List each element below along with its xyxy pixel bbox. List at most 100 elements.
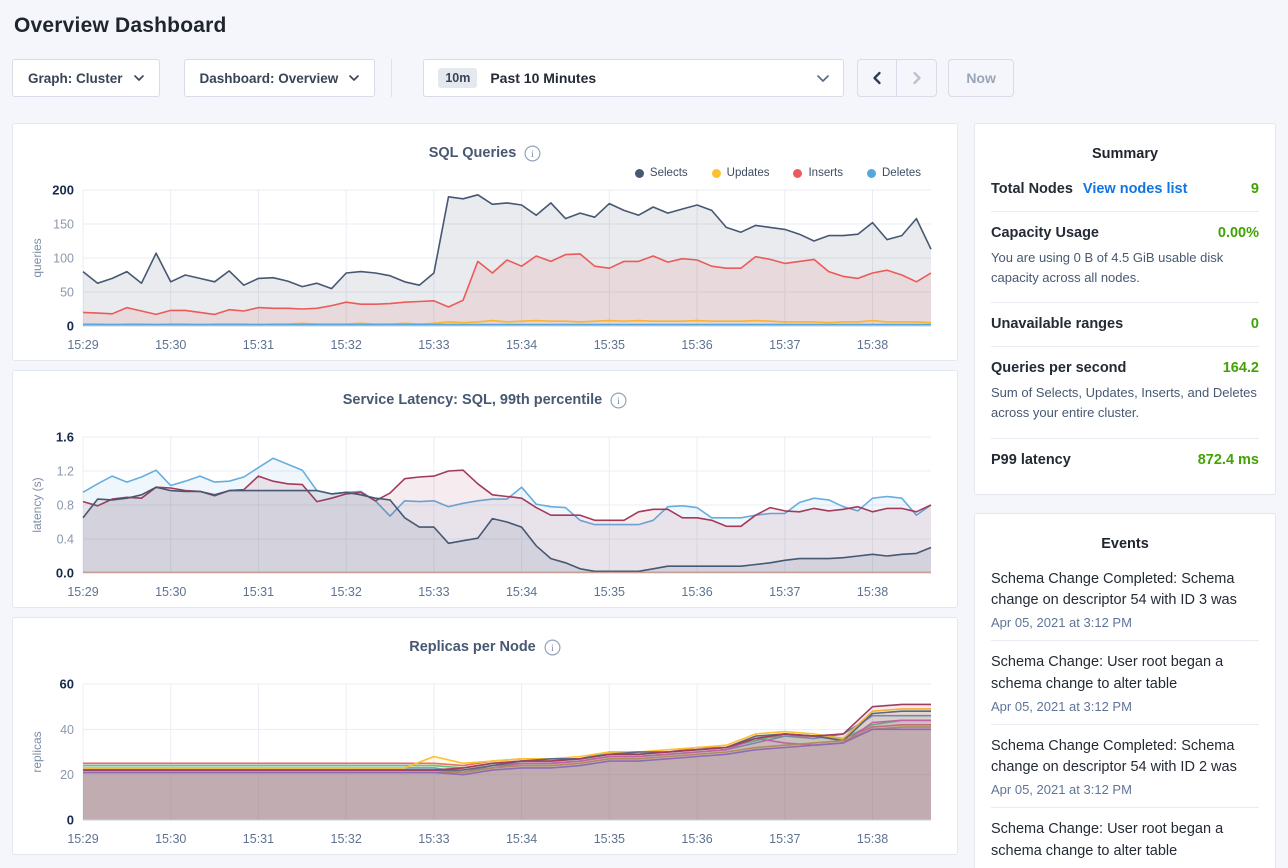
svg-text:60: 60 bbox=[60, 677, 74, 692]
svg-text:20: 20 bbox=[60, 768, 74, 782]
chevron-down-icon bbox=[817, 75, 829, 82]
legend-item-updates[interactable]: Updates bbox=[712, 167, 770, 179]
svg-text:15:38: 15:38 bbox=[857, 585, 888, 599]
legend-label: Inserts bbox=[808, 167, 843, 179]
capacity-usage-label: Capacity Usage bbox=[991, 225, 1099, 241]
chart-card-service-latency: Service Latency: SQL, 99th percentile i … bbox=[12, 370, 958, 608]
svg-text:15:31: 15:31 bbox=[243, 338, 274, 352]
now-button[interactable]: Now bbox=[948, 59, 1014, 97]
svg-text:15:37: 15:37 bbox=[769, 585, 800, 599]
svg-text:latency (s): latency (s) bbox=[30, 477, 44, 532]
events-title: Events bbox=[991, 526, 1259, 558]
legend-label: Updates bbox=[727, 167, 770, 179]
svg-text:queries: queries bbox=[30, 238, 44, 277]
info-icon[interactable]: i bbox=[610, 392, 627, 409]
chart-title-sql-queries: SQL Queries bbox=[429, 145, 517, 161]
svg-text:50: 50 bbox=[60, 286, 74, 300]
event-item: Schema Change Completed: Schema change o… bbox=[991, 725, 1259, 809]
svg-text:15:38: 15:38 bbox=[857, 338, 888, 352]
total-nodes-value: 9 bbox=[1251, 181, 1259, 197]
page-title: Overview Dashboard bbox=[14, 14, 1276, 38]
svg-text:15:32: 15:32 bbox=[331, 585, 362, 599]
summary-title: Summary bbox=[991, 136, 1259, 168]
unavailable-ranges-label: Unavailable ranges bbox=[991, 316, 1123, 332]
legend-dot bbox=[635, 169, 644, 178]
p99-latency-label: P99 latency bbox=[991, 452, 1071, 468]
summary-panel: Summary Total Nodes View nodes list 9 Ca… bbox=[974, 123, 1276, 495]
svg-text:15:38: 15:38 bbox=[857, 832, 888, 846]
chevron-right-icon bbox=[911, 71, 923, 85]
chart-header: Service Latency: SQL, 99th percentile i bbox=[25, 389, 945, 411]
chart-card-replicas-per-node: Replicas per Node i 15:2915:3015:3115:32… bbox=[12, 617, 958, 855]
view-nodes-list-link[interactable]: View nodes list bbox=[1083, 181, 1188, 197]
svg-text:15:32: 15:32 bbox=[331, 832, 362, 846]
svg-text:150: 150 bbox=[53, 218, 74, 232]
summary-row-p99-latency: P99 latency 872.4 ms bbox=[991, 439, 1259, 482]
svg-text:40: 40 bbox=[60, 723, 74, 737]
svg-text:15:35: 15:35 bbox=[594, 585, 625, 599]
info-icon[interactable]: i bbox=[524, 145, 541, 162]
graph-dropdown[interactable]: Graph: Cluster bbox=[12, 59, 160, 97]
controls-bar: Graph: Cluster Dashboard: Overview 10m P… bbox=[12, 59, 1276, 97]
charts-column: SQL Queries i Selects Updates Inserts Delet… bbox=[12, 123, 958, 855]
chart-header: SQL Queries i bbox=[25, 142, 945, 164]
summary-row-queries-per-second: Queries per second 164.2 Sum of Selects,… bbox=[991, 347, 1259, 438]
svg-text:15:37: 15:37 bbox=[769, 832, 800, 846]
svg-text:200: 200 bbox=[52, 183, 74, 198]
chevron-down-icon bbox=[134, 75, 144, 81]
svg-text:i: i bbox=[551, 644, 554, 654]
svg-text:i: i bbox=[531, 150, 534, 160]
event-timestamp: Apr 05, 2021 at 3:12 PM bbox=[991, 699, 1259, 714]
queries-per-second-value: 164.2 bbox=[1223, 360, 1259, 376]
dashboard-dropdown[interactable]: Dashboard: Overview bbox=[184, 59, 376, 97]
time-forward-button[interactable] bbox=[897, 60, 936, 96]
info-icon[interactable]: i bbox=[544, 639, 561, 656]
legend-item-deletes[interactable]: Deletes bbox=[867, 167, 921, 179]
svg-text:15:29: 15:29 bbox=[67, 585, 98, 599]
svg-text:0.0: 0.0 bbox=[56, 566, 74, 581]
service-latency-chart[interactable]: 15:2915:3015:3115:3215:3315:3415:3515:36… bbox=[25, 429, 945, 605]
chart-title-service-latency: Service Latency: SQL, 99th percentile bbox=[343, 392, 603, 408]
controls-divider bbox=[391, 59, 392, 97]
queries-per-second-description: Sum of Selects, Updates, Inserts, and De… bbox=[991, 383, 1259, 423]
event-message: Schema Change: User root began a schema … bbox=[991, 652, 1259, 696]
chart-legend: Selects Updates Inserts Deletes bbox=[25, 164, 921, 182]
legend-label: Selects bbox=[650, 167, 688, 179]
svg-text:15:36: 15:36 bbox=[681, 832, 712, 846]
chart-title-replicas-per-node: Replicas per Node bbox=[409, 639, 536, 655]
legend-dot bbox=[712, 169, 721, 178]
time-back-button[interactable] bbox=[858, 60, 897, 96]
legend-dot bbox=[793, 169, 802, 178]
svg-text:15:29: 15:29 bbox=[67, 832, 98, 846]
svg-text:15:34: 15:34 bbox=[506, 338, 537, 352]
event-message: Schema Change: User root began a schema … bbox=[991, 819, 1259, 863]
replicas-per-node-chart[interactable]: 15:2915:3015:3115:3215:3315:3415:3515:36… bbox=[25, 676, 945, 852]
svg-text:15:31: 15:31 bbox=[243, 585, 274, 599]
svg-text:1.2: 1.2 bbox=[57, 465, 74, 479]
legend-dot bbox=[867, 169, 876, 178]
svg-text:15:32: 15:32 bbox=[331, 338, 362, 352]
summary-row-capacity-usage: Capacity Usage 0.00% You are using 0 B o… bbox=[991, 212, 1259, 303]
legend-label: Deletes bbox=[882, 167, 921, 179]
overview-dashboard-page: Overview Dashboard Graph: Cluster Dashbo… bbox=[0, 14, 1288, 868]
event-timestamp: Apr 05, 2021 at 3:12 PM bbox=[991, 615, 1259, 630]
event-timestamp: Apr 05, 2021 at 3:12 PM bbox=[991, 782, 1259, 797]
svg-text:1.6: 1.6 bbox=[56, 430, 74, 445]
svg-text:15:30: 15:30 bbox=[155, 338, 186, 352]
capacity-usage-description: You are using 0 B of 4.5 GiB usable disk… bbox=[991, 248, 1259, 288]
sql-queries-chart[interactable]: 15:2915:3015:3115:3215:3315:3415:3515:36… bbox=[25, 182, 945, 358]
summary-row-unavailable-ranges: Unavailable ranges 0 bbox=[991, 303, 1259, 347]
graph-dropdown-label: Graph: Cluster bbox=[28, 71, 123, 86]
chart-header: Replicas per Node i bbox=[25, 636, 945, 658]
event-item: Schema Change Completed: Schema change o… bbox=[991, 558, 1259, 642]
chart-legend bbox=[25, 411, 921, 429]
time-range-picker[interactable]: 10m Past 10 Minutes bbox=[423, 59, 844, 97]
svg-text:15:34: 15:34 bbox=[506, 832, 537, 846]
svg-text:replicas: replicas bbox=[30, 731, 44, 772]
legend-item-selects[interactable]: Selects bbox=[635, 167, 688, 179]
legend-item-inserts[interactable]: Inserts bbox=[793, 167, 843, 179]
svg-text:0.4: 0.4 bbox=[57, 533, 74, 547]
total-nodes-label: Total Nodes bbox=[991, 181, 1073, 197]
chevron-down-icon bbox=[349, 75, 359, 81]
svg-text:15:36: 15:36 bbox=[681, 338, 712, 352]
